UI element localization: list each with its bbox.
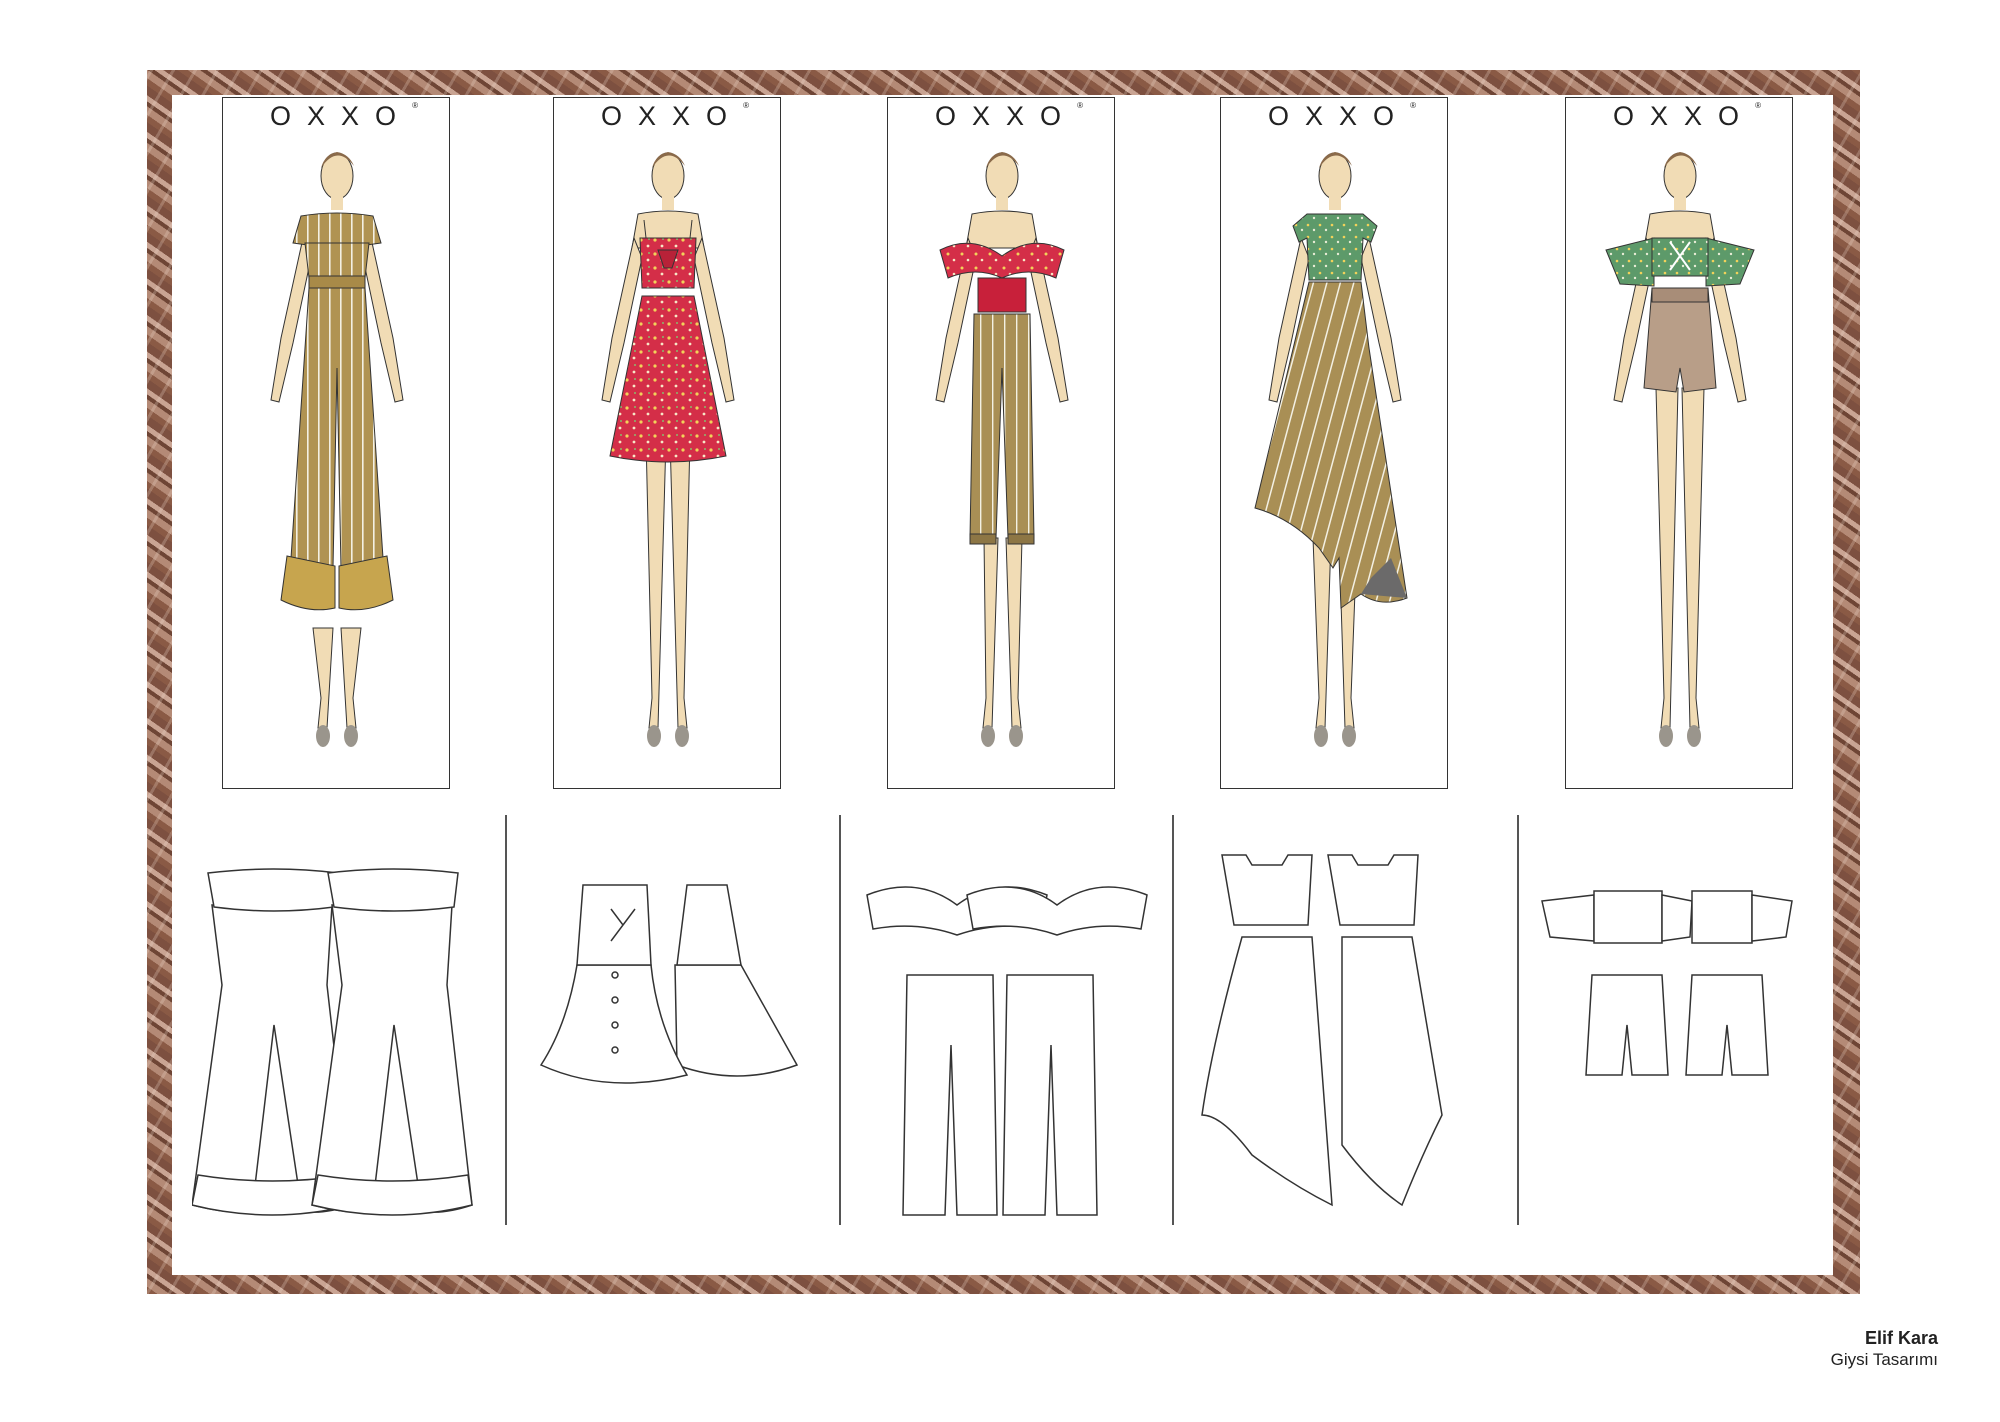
technical-flat-top-trousers (866, 886, 1148, 1216)
brand-logo: OXXO® (1268, 101, 1416, 131)
fashion-figure-trousers (935, 152, 1069, 747)
technical-flat-dress (539, 884, 799, 1084)
look-panel-3: OXXO® (887, 97, 1115, 789)
designer-name: Elif Kara (1864, 1328, 1938, 1348)
column-divider (505, 815, 507, 1225)
fashion-figure-jumpsuit (270, 152, 404, 747)
look-panel-5: OXXO® (1565, 97, 1793, 789)
fashion-figure-shorts (1605, 152, 1755, 747)
fashion-figure-skirt (1254, 152, 1408, 747)
look-panel-4: OXXO® (1220, 97, 1448, 789)
technical-flat-skirt-set (1201, 854, 1443, 1207)
course-name: Giysi Tasarımı (1830, 1350, 1938, 1369)
fashion-figure-dress (601, 152, 735, 747)
column-divider (1517, 815, 1519, 1225)
designer-credit: Elif Kara Giysi Tasarımı (1831, 1327, 1938, 1371)
technical-flat-shorts-set (1541, 890, 1793, 1076)
technical-flat-jumpsuit (192, 868, 473, 1216)
brand-logo: OXXO® (1613, 101, 1761, 131)
look-panel-2: OXXO® (553, 97, 781, 789)
look-panel-1: OXXO® (222, 97, 450, 789)
design-board: OXXO® OXXO® OXXO® OXXO® OXXO® (172, 95, 1833, 1275)
brand-logo: OXXO® (270, 101, 418, 131)
column-divider (839, 815, 841, 1225)
brand-logo: OXXO® (601, 101, 749, 131)
brand-logo: OXXO® (935, 101, 1083, 131)
column-divider (1172, 815, 1174, 1225)
